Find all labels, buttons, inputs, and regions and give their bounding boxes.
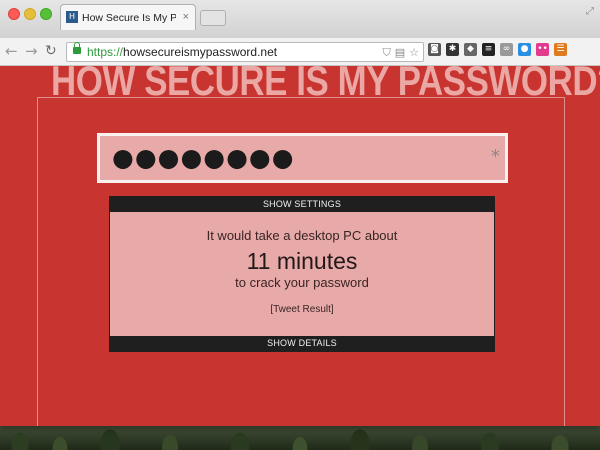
show-password-toggle-icon[interactable]: * — [491, 146, 500, 168]
lock-icon — [73, 42, 81, 54]
fullscreen-icon[interactable]: ⤢ — [586, 6, 594, 17]
back-arrow-icon[interactable]: ← — [5, 41, 18, 61]
tab-close-icon[interactable]: × — [183, 10, 189, 24]
show-details-button[interactable]: SHOW DETAILS — [110, 336, 494, 351]
site-favicon-icon: H — [66, 11, 78, 23]
new-tab-button[interactable] — [200, 10, 226, 26]
crack-time-value: 11 minutes — [246, 248, 358, 274]
window-maximize-button[interactable] — [40, 8, 52, 20]
show-settings-button[interactable]: SHOW SETTINGS — [110, 197, 494, 212]
tab-title: How Secure Is My Password — [82, 12, 176, 24]
window-close-button[interactable] — [8, 8, 20, 20]
result-intro-text: It would take a desktop PC about — [206, 228, 398, 243]
page-headline: HOW SECURE IS MY PASSWORD? — [51, 57, 600, 104]
browser-window: H How Secure Is My Password × ⤢ ← → ↻ ht… — [0, 0, 600, 426]
password-input[interactable]: ●●●●●●●● * — [97, 133, 508, 183]
title-bar: H How Secure Is My Password × ⤢ — [0, 0, 600, 39]
window-minimize-button[interactable] — [24, 8, 36, 20]
result-panel: SHOW SETTINGS It would take a desktop PC… — [109, 196, 495, 352]
password-masked-value: ●●●●●●●● — [112, 143, 295, 172]
browser-tab[interactable]: H How Secure Is My Password × — [60, 4, 196, 30]
result-outro-text: to crack your password — [235, 275, 369, 290]
menu-icon[interactable]: ☰ — [554, 43, 567, 56]
forward-arrow-icon[interactable]: → — [25, 41, 38, 61]
tweet-result-link[interactable]: [Tweet Result] — [110, 303, 494, 317]
